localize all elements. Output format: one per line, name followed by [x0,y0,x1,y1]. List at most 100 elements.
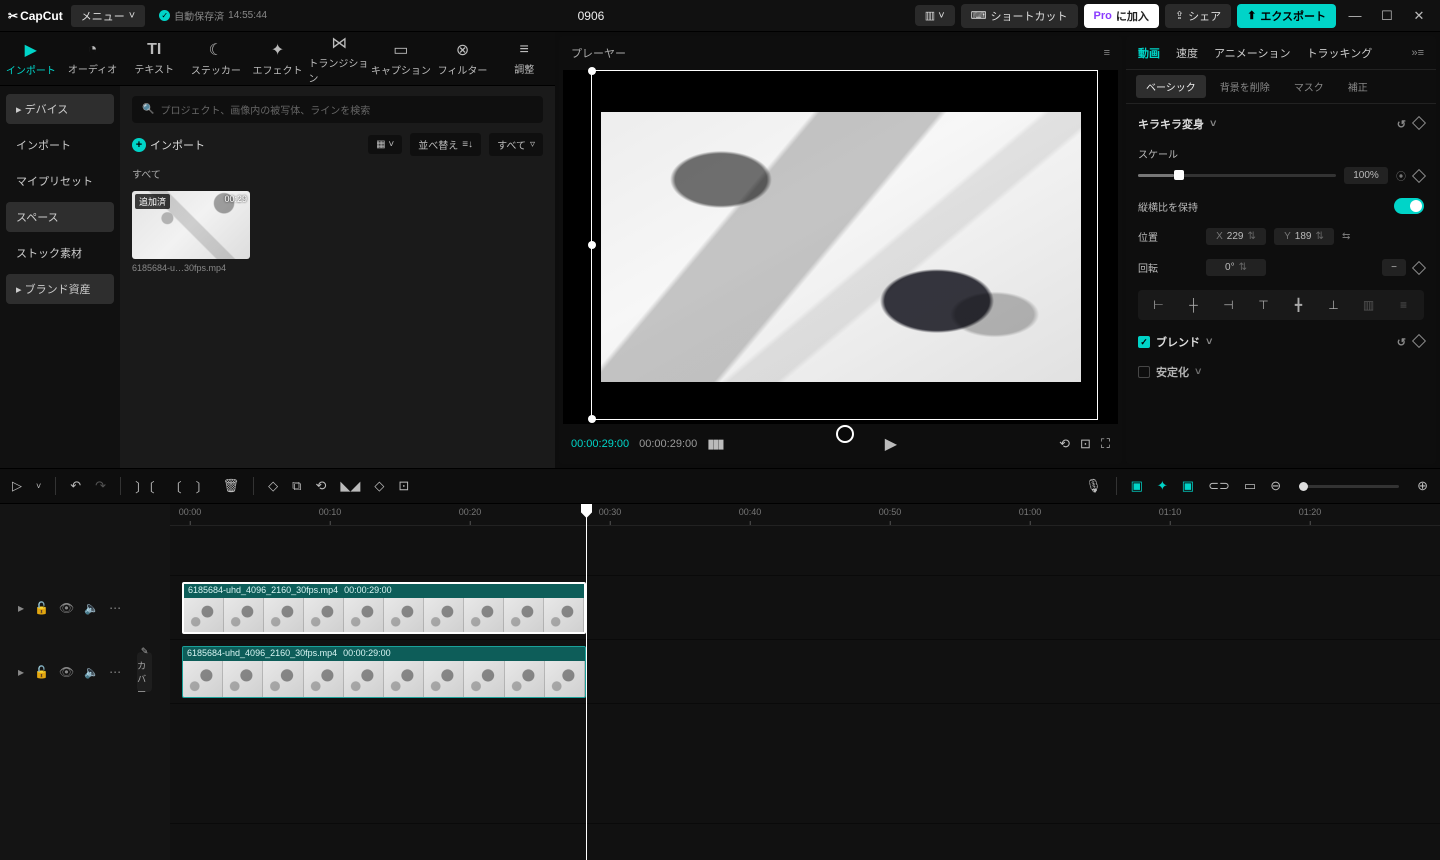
track-lock-icon[interactable]: 🔓 [34,601,49,615]
view-mode-select[interactable]: ▦ ˅ [368,135,402,154]
export-button[interactable]: ⬆ エクスポート [1237,4,1336,28]
scale-keyframe-icon[interactable] [1412,168,1426,182]
columns-icon[interactable]: ▮▮▮ [707,436,722,452]
copy-icon[interactable]: ⧉ [292,478,301,494]
section-kirakira[interactable]: キラキラ変身˅ ↺ [1138,116,1424,132]
shortcut-button[interactable]: ⌨ ショートカット [961,4,1078,28]
align-left-icon[interactable]: ⊢ [1146,298,1171,312]
snap-track-icon[interactable]: ✦ [1157,478,1168,494]
redo-icon[interactable]: ↷ [95,478,106,494]
snap-link-icon[interactable]: ▣ [1182,478,1194,494]
close-button[interactable]: ✕ [1406,8,1432,24]
section-stabilize[interactable]: 安定化˅ [1138,364,1424,380]
blend-reset-icon[interactable]: ↺ [1397,336,1406,349]
subtab-mask[interactable]: マスク [1284,75,1334,98]
rotation-extra[interactable]: − [1382,259,1406,276]
reverse-icon[interactable]: ⟲ [315,478,326,494]
sidebar-mypreset[interactable]: マイプリセット [6,166,114,196]
player-menu-icon[interactable]: ≡ [1104,47,1110,59]
sidebar-brand[interactable]: ▸ ブランド資産 [6,274,114,304]
ratio-icon[interactable]: ⊡ [1080,436,1091,452]
track-lock-icon-2[interactable]: 🔓 [34,665,49,679]
sidebar-space[interactable]: スペース [6,202,114,232]
zoom-out-icon[interactable]: ⊖ [1270,478,1281,494]
snapshot-icon[interactable]: ⟲ [1059,436,1070,452]
insp-tab-tracking[interactable]: トラッキング [1307,45,1373,61]
minimize-button[interactable]: — [1342,8,1368,23]
track-mute-icon-2[interactable]: 🔈 [84,665,99,679]
player-viewport[interactable] [563,70,1118,424]
distribute-h-icon[interactable]: ▥ [1356,298,1381,312]
delete-icon[interactable]: 🗑 [223,478,240,494]
search-input[interactable]: 🔍プロジェクト、画像内の被写体、ラインを検索 [132,96,543,123]
insp-tab-anim[interactable]: アニメーション [1214,45,1291,61]
rotation-input[interactable]: 0° ⇅ [1206,259,1266,276]
track-visible-icon[interactable]: 👁 [59,601,74,615]
subtab-basic[interactable]: ベーシック [1136,75,1206,98]
magnet-icon[interactable]: ⊂⊃ [1208,478,1230,494]
tab-text[interactable]: TIテキスト [123,32,185,85]
pos-x-input[interactable]: X 229 ⇅ [1206,228,1266,245]
menu-dropdown[interactable]: メニュー ˅ [71,5,145,27]
scale-slider[interactable] [1138,174,1336,177]
crop-icon[interactable]: ⊡ [398,478,409,494]
handle-mid-left[interactable] [588,241,596,249]
tab-filter[interactable]: ⊗フィルター [432,32,494,85]
join-pro-button[interactable]: Proに加入 [1084,4,1159,28]
zoom-in-icon[interactable]: ⊕ [1417,478,1428,494]
undo-icon[interactable]: ↶ [70,478,81,494]
trim-right-icon[interactable]: 〕 [196,477,209,496]
blend-keyframe-icon[interactable] [1412,333,1426,347]
track-visible-icon-2[interactable]: 👁 [59,665,74,679]
media-thumbnail[interactable]: 追加済 00:29 6185684-u…30fps.mp4 [132,191,250,273]
distribute-v-icon[interactable]: ≡ [1391,298,1416,312]
subtab-correct[interactable]: 補正 [1338,75,1378,98]
align-hcenter-icon[interactable]: ┼ [1181,298,1206,312]
tab-effect[interactable]: ✦エフェクト [247,32,309,85]
section-blend[interactable]: ✓ ブレンド˅ ↺ [1138,334,1424,350]
tab-sticker[interactable]: ☾ステッカー [185,32,247,85]
track-more-icon-2[interactable]: ⋯ [109,665,121,679]
keyframe-icon[interactable] [1412,115,1426,129]
pos-y-input[interactable]: Y 189 ⇅ [1274,228,1334,245]
mic-icon[interactable]: 🎙 [1085,478,1102,494]
tab-transition[interactable]: ⋈トランジション [308,32,370,85]
mirror-icon[interactable]: ◣◢ [340,478,360,494]
marker-icon[interactable]: ◇ [268,478,278,494]
timeline-ruler[interactable]: 00:00 00:10 00:20 00:30 00:40 00:50 01:0… [170,504,1440,526]
sort-select[interactable]: 並べ替え ≡↓ [410,133,481,156]
tab-adjust[interactable]: ≡調整 [493,32,555,85]
share-button[interactable]: ⇪ シェア [1165,4,1231,28]
split-icon[interactable]: 〕〔 [135,477,155,496]
rotation-keyframe-icon[interactable] [1412,260,1426,274]
preview-icon[interactable]: ▭ [1244,478,1256,494]
timeline-clip-1[interactable]: 6185684-uhd_4096_2160_30fps.mp400:00:29:… [182,582,586,634]
track-collapse-icon[interactable]: ▸ [18,601,24,615]
fullscreen-icon[interactable]: ⛶ [1101,436,1110,452]
playhead[interactable] [586,504,587,860]
sidebar-device[interactable]: ▸ デバイス [6,94,114,124]
trim-left-icon[interactable]: 〔 [169,477,182,496]
insp-tab-video[interactable]: 動画 [1138,45,1160,61]
tab-audio[interactable]: ◔オーディオ [62,32,124,85]
insp-tab-speed[interactable]: 速度 [1176,45,1198,61]
snap-main-icon[interactable]: ▣ [1131,478,1143,494]
import-media-button[interactable]: +インポート [132,137,205,153]
insp-more-icon[interactable]: »≡ [1411,47,1424,59]
freeze-icon[interactable]: ◇ [374,478,384,494]
sidebar-import[interactable]: インポート [6,130,114,160]
filter-all-select[interactable]: すべて ▿ [489,133,543,156]
handle-bottom-left[interactable] [588,415,596,423]
track-collapse-icon-2[interactable]: ▸ [18,665,24,679]
cursor-tool-icon[interactable]: ▷ [12,478,22,494]
track-mute-icon[interactable]: 🔈 [84,601,99,615]
maximize-button[interactable]: ☐ [1374,8,1400,24]
zoom-slider[interactable] [1299,485,1399,488]
reset-icon[interactable]: ↺ [1397,118,1406,131]
cursor-dropdown-icon[interactable]: ˅ [36,481,41,491]
align-bottom-icon[interactable]: ⊥ [1321,298,1346,312]
track-more-icon[interactable]: ⋯ [109,601,121,615]
play-button[interactable]: ▶ [885,434,897,454]
align-top-icon[interactable]: ⊤ [1251,298,1276,312]
layout-button[interactable]: ▥ ˅ [915,5,955,26]
